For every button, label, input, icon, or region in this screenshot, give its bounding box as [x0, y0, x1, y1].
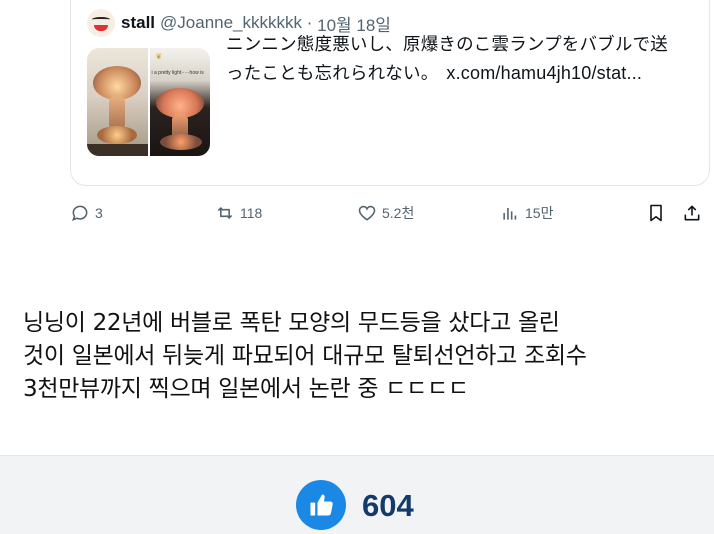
heart-icon [358, 205, 376, 221]
thumbs-up-button[interactable] [296, 480, 346, 530]
post-body: 닝닝이 22년에 버블로 폭탄 모양의 무드등을 샀다고 올린 것이 일본에서 … [23, 307, 703, 406]
repost-icon [217, 207, 233, 219]
bookmark-icon [650, 204, 662, 222]
recommend-count: 604 [362, 488, 414, 523]
like-count-tweet: 5.2천 [382, 205, 415, 221]
share-icon [684, 205, 700, 221]
media-image-right[interactable]: ❦ i a pretty light·····how is [149, 48, 210, 156]
reply-count: 3 [95, 205, 103, 221]
tweet-text-line2: ったことも忘れられない。 [226, 64, 439, 84]
media-image-left[interactable] [87, 48, 148, 156]
bookmark-button[interactable] [646, 198, 671, 228]
views-count: 15만 [525, 205, 554, 221]
repost-count: 118 [240, 205, 263, 221]
reply-button[interactable]: 3 [70, 198, 103, 228]
separator: · [307, 13, 313, 33]
views-icon [503, 208, 517, 220]
recommend-bar: 604 [0, 455, 714, 534]
user-handle[interactable]: @Joanne_kkkkkkk [160, 13, 302, 33]
embedded-tweet-card[interactable]: stall @Joanne_kkkkkkk · 10월 18일 ❦ i a pr… [70, 0, 710, 186]
media-caption: i a pretty light·····how is [151, 70, 204, 76]
post-line: 3천만뷰까지 찍으며 일본에서 논란 중 ㄷㄷㄷㄷ [23, 376, 469, 402]
display-name[interactable]: stall [121, 13, 155, 33]
tweet-text-line: ニンニン態度悪いし、原爆きのこ雲ランプをバブルで送 [226, 35, 668, 55]
tweet-link[interactable]: x.com/hamu4jh10/stat... [446, 63, 642, 83]
reply-icon [72, 205, 88, 222]
views-button[interactable]: 15만 [500, 198, 553, 228]
butterfly-icon: ❦ [155, 52, 163, 61]
tweet-text-line: ったことも忘れられない。 x.com/hamu4jh10/stat... [226, 59, 696, 88]
post-line: 것이 일본에서 뒤늦게 파묘되어 대규모 탈퇴선언하고 조회수 [23, 343, 587, 369]
tweet-actions: 3 118 5.2천 15만 [70, 198, 710, 228]
like-button[interactable]: 5.2천 [357, 198, 414, 228]
thumbs-up-icon [310, 494, 333, 516]
avatar[interactable] [87, 9, 115, 37]
post-line: 닝닝이 22년에 버블로 폭탄 모양의 무드등을 샀다고 올린 [23, 310, 560, 336]
tweet-media[interactable]: ❦ i a pretty light·····how is [87, 48, 210, 156]
repost-button[interactable]: 118 [215, 198, 262, 228]
share-button[interactable] [682, 198, 707, 228]
tweet-text: ニンニン態度悪いし、原爆きのこ雲ランプをバブルで送 ったことも忘れられない。 x.… [226, 31, 696, 88]
